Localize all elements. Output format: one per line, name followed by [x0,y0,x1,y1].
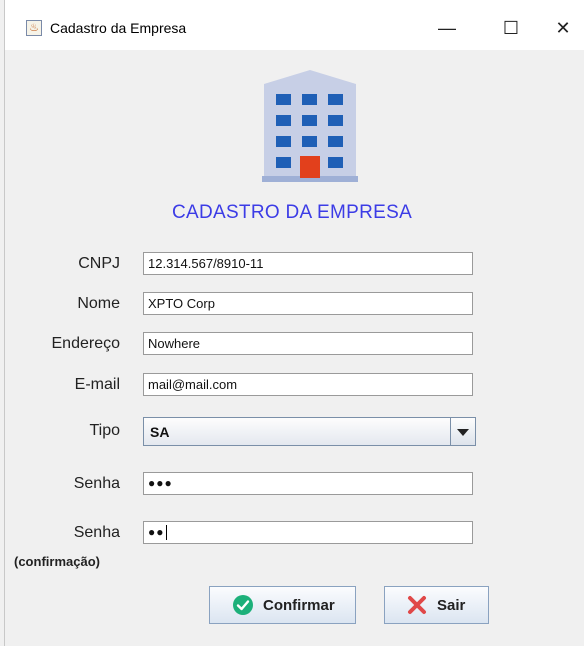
maximize-button[interactable]: ☐ [491,14,531,42]
senha-confirm-sublabel: (confirmação) [14,554,100,569]
window-left-border [0,0,5,646]
window-title: Cadastro da Empresa [50,20,187,36]
senha-field[interactable]: ●●● [143,472,473,495]
tipo-selected-value: SA [150,424,170,440]
building-icon [262,70,358,182]
company-registration-window: ♨ Cadastro da Empresa — ☐ ✕ CADASTRO DA … [0,0,584,646]
senha-mask: ●●● [148,476,173,490]
senha-confirm-field[interactable]: ●● [143,521,473,544]
exit-button[interactable]: Sair [384,586,489,624]
senha-confirm-mask: ●● [148,525,165,539]
tipo-label: Tipo [89,422,120,439]
endereco-field[interactable]: Nowhere [143,332,473,355]
nome-label: Nome [77,295,120,312]
dropdown-arrow-icon[interactable] [450,418,475,445]
minimize-button[interactable]: — [427,14,467,42]
email-label: E-mail [74,376,120,393]
email-field[interactable]: mail@mail.com [143,373,473,396]
confirm-button-label: Confirmar [263,597,335,614]
close-button[interactable]: ✕ [543,14,583,42]
confirm-button[interactable]: Confirmar [209,586,356,624]
nome-field[interactable]: XPTO Corp [143,292,473,315]
tipo-select[interactable]: SA [143,417,476,446]
senha-confirm-label: Senha [73,524,120,541]
exit-button-label: Sair [437,597,466,614]
cnpj-label: CNPJ [78,255,120,272]
cnpj-field[interactable]: 12.314.567/8910-11 [143,252,473,275]
check-circle-icon [233,595,253,615]
title-bar[interactable]: ♨ Cadastro da Empresa — ☐ ✕ [5,0,584,50]
page-heading: CADASTRO DA EMPRESA [171,202,413,223]
java-app-icon: ♨ [26,20,42,36]
senha-label: Senha [73,475,120,492]
x-icon [408,596,426,614]
text-caret [165,525,167,541]
endereco-label: Endereço [51,335,121,352]
